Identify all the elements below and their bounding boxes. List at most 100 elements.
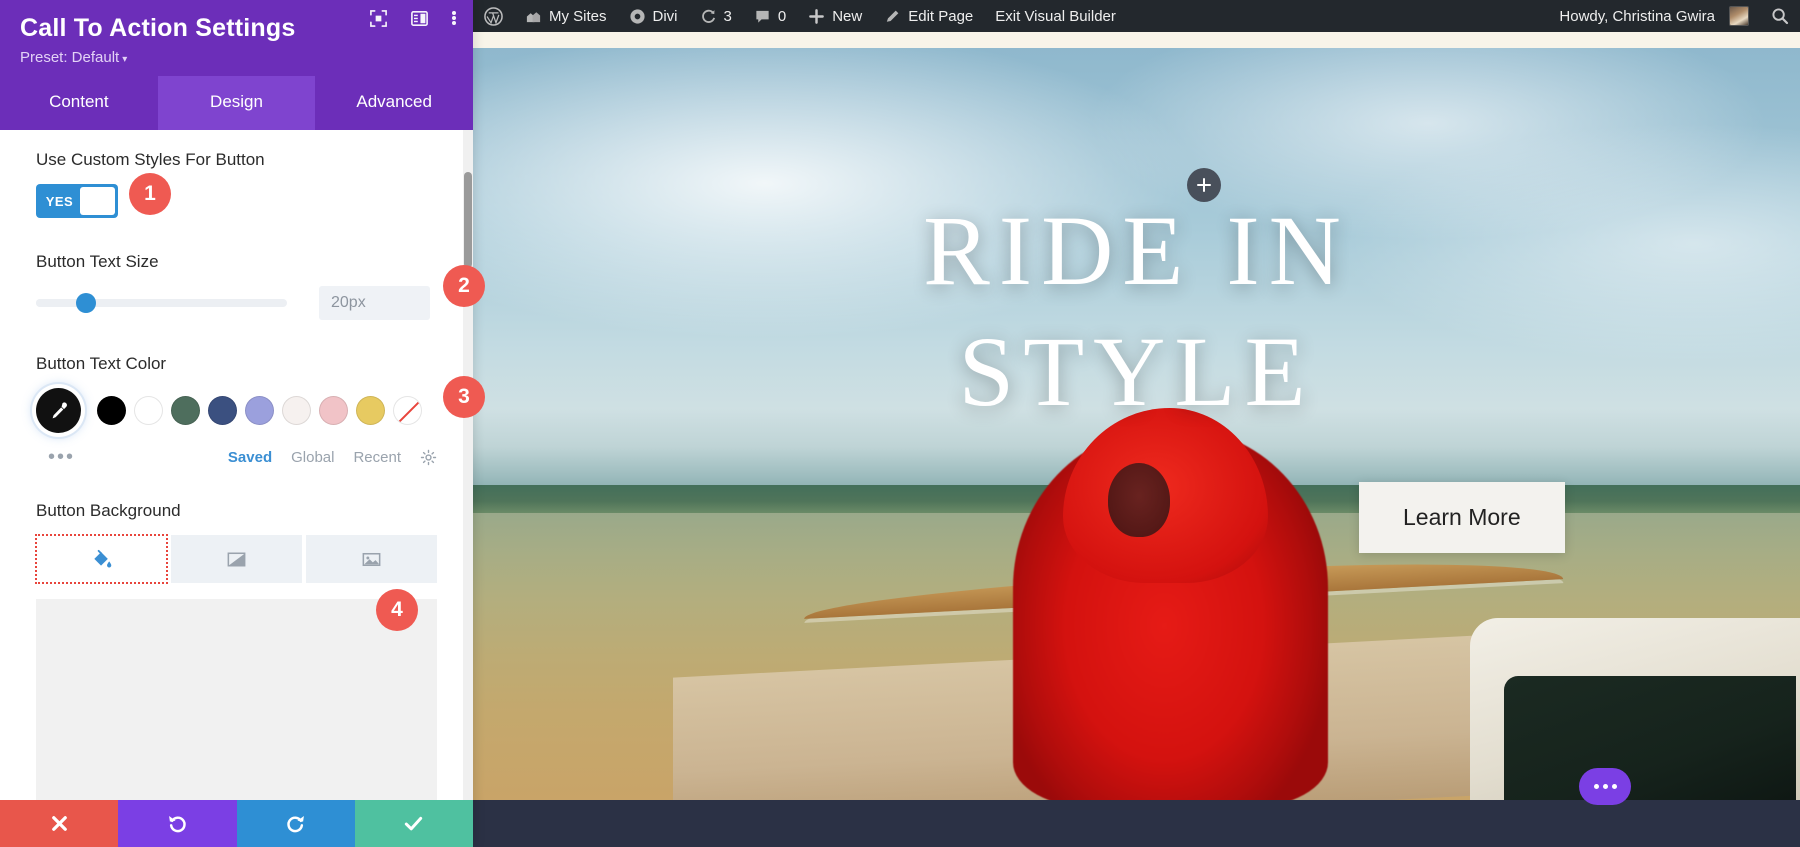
color-picker-button[interactable] bbox=[36, 388, 81, 433]
discard-button[interactable] bbox=[0, 800, 118, 847]
callout-3: 3 bbox=[443, 376, 485, 418]
redo-button[interactable] bbox=[237, 800, 355, 847]
update-icon bbox=[700, 8, 717, 25]
panel-body: Use Custom Styles For Button YES Button … bbox=[0, 130, 473, 800]
ellipsis-dot bbox=[1612, 784, 1617, 789]
swatch-cell bbox=[241, 396, 278, 425]
swatch-white[interactable] bbox=[134, 396, 163, 425]
tab-content[interactable]: Content bbox=[0, 76, 158, 130]
swatch-gold[interactable] bbox=[356, 396, 385, 425]
redo-icon bbox=[284, 812, 307, 835]
color-swatch-meta-row: ••• Saved Global Recent bbox=[36, 447, 437, 467]
swatch-cell bbox=[167, 396, 204, 425]
chevron-down-icon: ▾ bbox=[122, 54, 127, 65]
panel-header: Call To Action Settings Preset: Default▾ bbox=[0, 0, 473, 76]
undo-button[interactable] bbox=[118, 800, 236, 847]
bg-tab-gradient[interactable] bbox=[171, 535, 302, 583]
image-icon bbox=[360, 548, 383, 571]
admin-bar-howdy-label: Howdy, Christina Gwira bbox=[1559, 8, 1715, 25]
callout-4: 4 bbox=[376, 589, 418, 631]
toggle-value-label: YES bbox=[39, 194, 80, 209]
more-colors-icon[interactable]: ••• bbox=[48, 447, 75, 467]
panel-action-bar bbox=[0, 800, 473, 847]
focus-icon[interactable] bbox=[369, 9, 388, 28]
bg-tab-image[interactable] bbox=[306, 535, 437, 583]
swatch-blush-pink[interactable] bbox=[319, 396, 348, 425]
swatch-off-white[interactable] bbox=[282, 396, 311, 425]
admin-bar-right-group: Howdy, Christina Gwira bbox=[1548, 0, 1800, 32]
module-settings-panel: Call To Action Settings Preset: Default▾ bbox=[0, 0, 473, 847]
color-tab-saved[interactable]: Saved bbox=[228, 449, 272, 466]
admin-bar-my-sites[interactable]: My Sites bbox=[514, 0, 618, 32]
background-color-preview[interactable] bbox=[36, 599, 437, 800]
button-text-size-control: 20px bbox=[36, 286, 437, 320]
admin-bar-divi-label: Divi bbox=[653, 8, 678, 25]
admin-bar-new[interactable]: New bbox=[797, 0, 873, 32]
plus-icon bbox=[1196, 177, 1212, 193]
field-label-button-background: Button Background bbox=[36, 501, 437, 521]
avatar bbox=[1729, 6, 1749, 26]
settings-scroll-area: Use Custom Styles For Button YES Button … bbox=[0, 130, 473, 800]
canvas-footer-bar bbox=[473, 800, 1800, 847]
gear-icon[interactable] bbox=[420, 449, 437, 466]
panel-tabs: Content Design Advanced bbox=[0, 76, 473, 130]
swatch-black[interactable] bbox=[97, 396, 126, 425]
color-tab-global[interactable]: Global bbox=[291, 449, 334, 466]
slider-handle[interactable] bbox=[76, 293, 96, 313]
page-settings-button[interactable] bbox=[1579, 768, 1631, 805]
swatch-navy-blue[interactable] bbox=[208, 396, 237, 425]
callout-number: 3 bbox=[458, 385, 470, 409]
save-button[interactable] bbox=[355, 800, 473, 847]
admin-bar-comments[interactable]: 0 bbox=[743, 0, 797, 32]
swatch-periwinkle[interactable] bbox=[245, 396, 274, 425]
swatch-cell bbox=[204, 396, 241, 425]
tab-advanced[interactable]: Advanced bbox=[315, 76, 473, 130]
cta-learn-more-button[interactable]: Learn More bbox=[1359, 482, 1565, 553]
swatch-cell bbox=[389, 396, 426, 425]
color-tab-recent[interactable]: Recent bbox=[353, 449, 401, 466]
use-custom-styles-toggle[interactable]: YES bbox=[36, 184, 118, 218]
callout-2: 2 bbox=[443, 265, 485, 307]
add-module-button[interactable] bbox=[1187, 168, 1221, 202]
ellipsis-dot bbox=[1594, 784, 1599, 789]
hero-heading-line-1: RIDE IN bbox=[473, 198, 1800, 303]
admin-bar-divi[interactable]: Divi bbox=[618, 0, 689, 32]
tab-design[interactable]: Design bbox=[158, 76, 316, 130]
plus-icon bbox=[808, 8, 825, 25]
field-button-background: Button Background bbox=[36, 501, 437, 800]
boat-screen bbox=[1504, 676, 1796, 800]
admin-bar-edit-page[interactable]: Edit Page bbox=[873, 0, 984, 32]
hero-heading-line-2: STYLE bbox=[473, 319, 1800, 424]
panel-scrollbar-track[interactable] bbox=[463, 130, 473, 800]
more-vertical-icon[interactable] bbox=[451, 8, 457, 28]
admin-bar-search[interactable] bbox=[1760, 0, 1800, 32]
layout-toggle-icon[interactable] bbox=[410, 9, 429, 28]
search-icon bbox=[1771, 7, 1789, 25]
admin-bar-comments-count: 0 bbox=[778, 8, 786, 25]
field-label-use-custom-styles: Use Custom Styles For Button bbox=[36, 150, 437, 170]
sites-icon bbox=[525, 8, 542, 25]
panel-scrollbar-thumb[interactable] bbox=[464, 172, 472, 268]
swatch-transparent[interactable] bbox=[393, 396, 422, 425]
swatch-cell bbox=[278, 396, 315, 425]
admin-bar-updates[interactable]: 3 bbox=[689, 0, 743, 32]
admin-bar-howdy[interactable]: Howdy, Christina Gwira bbox=[1548, 0, 1760, 32]
button-text-size-input[interactable]: 20px bbox=[319, 286, 430, 320]
bg-tab-color[interactable] bbox=[36, 535, 167, 583]
close-icon bbox=[49, 813, 70, 834]
page-preview-canvas: RIDE IN STYLE Learn More bbox=[473, 0, 1800, 847]
callout-number: 1 bbox=[144, 182, 156, 206]
swatch-sage-green[interactable] bbox=[171, 396, 200, 425]
admin-bar-exit-visual-builder[interactable]: Exit Visual Builder bbox=[984, 0, 1127, 32]
screen: RIDE IN STYLE Learn More bbox=[0, 0, 1800, 847]
gradient-icon bbox=[225, 548, 248, 571]
admin-bar-wp-logo[interactable] bbox=[473, 0, 514, 32]
button-text-size-slider[interactable] bbox=[36, 299, 287, 307]
preset-selector[interactable]: Preset: Default▾ bbox=[20, 49, 453, 66]
paint-bucket-icon bbox=[90, 548, 113, 571]
field-use-custom-styles: Use Custom Styles For Button YES bbox=[36, 150, 437, 218]
ellipsis-dot bbox=[1603, 784, 1608, 789]
field-label-button-text-size: Button Text Size bbox=[36, 252, 437, 272]
comment-icon bbox=[754, 8, 771, 25]
hero-heading: RIDE IN STYLE bbox=[473, 198, 1800, 424]
